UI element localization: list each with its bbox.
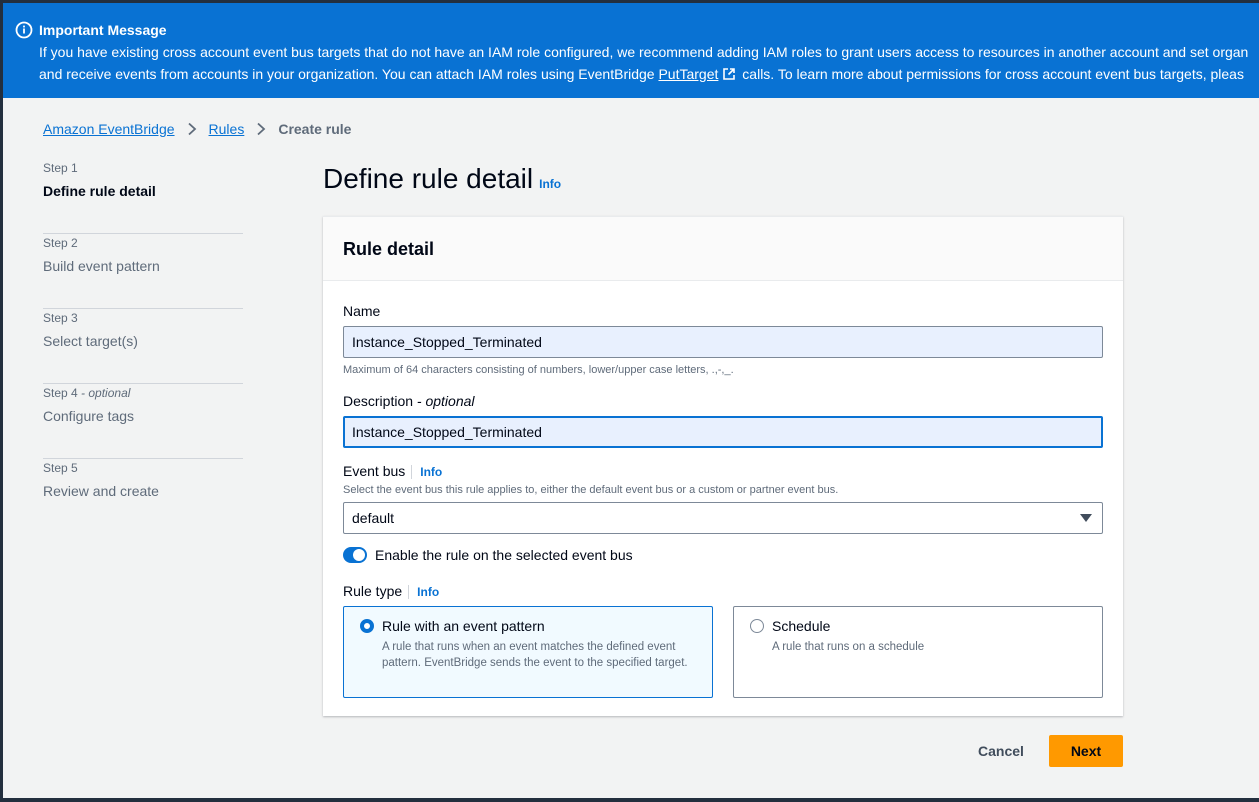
banner-title: Important Message [39,22,167,38]
option-description: A rule that runs on a schedule [772,641,925,653]
info-icon [15,21,33,39]
rule-type-info-link[interactable]: Info [408,585,440,599]
step-name-review-and-create: Review and create [43,483,159,499]
panel-title: Rule detail [323,217,1123,281]
step-number-text: Step 3 [43,311,78,325]
step-number: Step 3 [43,311,243,325]
breadcrumb: Amazon EventBridge Rules Create rule [43,121,351,137]
name-hint: Maximum of 64 characters consisting of n… [343,364,734,376]
event-bus-label: Event bus Info [343,463,443,479]
step-number-text: Step 1 [43,161,78,175]
step-number: Step 1 [43,161,243,175]
event-bus-hint: Select the event bus this rule applies t… [343,484,839,496]
step-number: Step 5 [43,461,243,475]
banner-text-line1: If you have existing cross account event… [39,44,1249,60]
step-name-configure-tags: Configure tags [43,408,135,424]
chevron-right-icon [187,122,196,136]
radio-button[interactable] [750,619,764,633]
breadcrumb-current: Create rule [278,121,352,137]
rule-type-schedule-option[interactable]: Schedule A rule that runs on a schedule [733,606,1103,698]
next-button[interactable]: Next [1049,735,1123,767]
option-title: Rule with an event pattern [382,618,545,634]
banner-text: calls. To learn more about permissions f… [738,66,1244,82]
wizard-step: Step 1 Define rule detail [43,159,243,234]
breadcrumb-eventbridge[interactable]: Amazon EventBridge [43,121,175,137]
wizard-step: Step 4 - optional Configure tags [43,384,243,459]
rule-type-event-pattern-option[interactable]: Rule with an event pattern A rule that r… [343,606,713,698]
step-name-select-targets: Select target(s) [43,333,138,349]
page: Important Message If you have existing c… [3,3,1259,798]
enable-rule-toggle[interactable]: Enable the rule on the selected event bu… [343,547,633,563]
rule-type-label-text: Rule type [343,583,403,599]
description-input[interactable]: Instance_Stopped_Terminated [343,416,1103,448]
step-name-define-rule-detail: Define rule detail [43,183,156,199]
step-number-text: Step 4 [43,386,78,400]
step-number-text: Step 5 [43,461,78,475]
step-number: Step 4 - optional [43,386,243,400]
cancel-button[interactable]: Cancel [961,735,1041,767]
event-bus-label-text: Event bus [343,463,406,479]
step-number: Step 2 [43,236,243,250]
option-description: A rule that runs when an event matches t… [382,641,688,669]
toggle-label: Enable the rule on the selected event bu… [375,547,633,563]
external-link-icon[interactable] [722,67,736,81]
rule-type-label: Rule type Info [343,583,440,599]
page-info-link[interactable]: Info [539,177,561,191]
caret-down-icon [1080,514,1092,522]
wizard-steps: Step 1 Define rule detail Step 2 Build e… [43,159,243,534]
page-title: Define rule detail Info [323,163,561,195]
breadcrumb-rules[interactable]: Rules [209,121,245,137]
rule-detail-panel: Rule detail Name Instance_Stopped_Termin… [323,216,1123,716]
description-label-text: Description [343,393,414,409]
event-bus-info-link[interactable]: Info [411,465,443,479]
option-title: Schedule [772,618,831,634]
step-name-build-event-pattern: Build event pattern [43,258,160,274]
toggle-switch[interactable] [343,547,367,563]
wizard-step: Step 5 Review and create [43,459,243,534]
description-optional: - optional [416,393,475,409]
name-input[interactable]: Instance_Stopped_Terminated [343,326,1103,358]
description-label: Description - optional [343,393,475,409]
step-optional: - optional [81,386,131,400]
wizard-step: Step 3 Select target(s) [43,309,243,384]
puttarget-link[interactable]: PutTarget [658,66,718,82]
wizard-step: Step 2 Build event pattern [43,234,243,309]
event-bus-select[interactable]: default [343,502,1103,534]
radio-button-selected[interactable] [360,619,374,633]
name-label: Name [343,303,381,319]
banner-text: and receive events from accounts in your… [39,66,659,82]
banner-text-line2: and receive events from accounts in your… [39,66,1244,82]
step-number-text: Step 2 [43,236,78,250]
event-bus-value: default [352,510,395,526]
chevron-right-icon [257,122,266,136]
important-message-banner: Important Message If you have existing c… [3,3,1259,98]
toggle-knob [353,549,365,561]
page-title-text: Define rule detail [323,163,534,194]
